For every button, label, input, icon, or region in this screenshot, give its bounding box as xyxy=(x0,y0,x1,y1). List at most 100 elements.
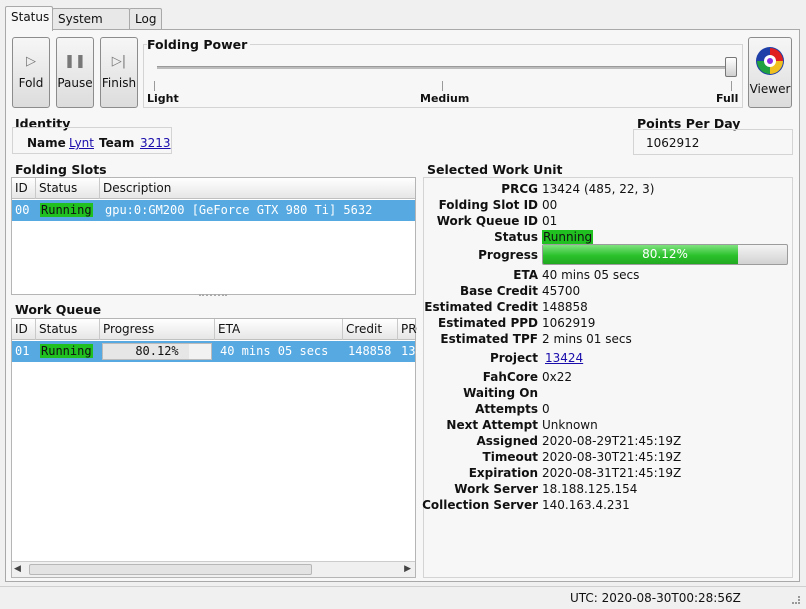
selected-work-unit-group xyxy=(423,177,793,578)
team-link[interactable]: 3213 xyxy=(140,136,171,150)
work-unit-field-label: Waiting On xyxy=(463,386,538,400)
finish-button[interactable]: ▷| Finish xyxy=(100,37,138,108)
work-unit-status-badge: Running xyxy=(542,230,594,244)
slot-status-cell: Running xyxy=(38,200,100,221)
column-header-id[interactable]: ID xyxy=(12,319,36,340)
work-unit-field-label: Estimated PPD xyxy=(438,316,538,330)
column-header-prcg[interactable]: PRCG xyxy=(398,319,417,340)
column-header-status[interactable]: Status xyxy=(36,178,100,199)
work-unit-field-label: PRCG xyxy=(501,182,538,196)
protein-viewer-icon xyxy=(755,46,785,76)
scrollbar-thumb[interactable] xyxy=(29,564,312,575)
work-queue-table: ID Status Progress ETA Credit PRCG 01 Ru… xyxy=(11,318,417,578)
pause-button[interactable]: ❚❚ Pause xyxy=(56,37,94,108)
work-unit-field-value: 0x22 xyxy=(542,370,573,384)
queue-eta: 40 mins 05 secs xyxy=(220,344,329,358)
ppd-value: 1062912 xyxy=(646,136,700,150)
folding-power-title: Folding Power xyxy=(147,37,251,52)
column-header-id[interactable]: ID xyxy=(12,178,36,199)
work-unit-field-label: Expiration xyxy=(468,466,538,480)
slider-tick xyxy=(731,81,732,91)
work-unit-field-value: 2020-08-30T21:45:19Z xyxy=(542,450,682,464)
work-unit-field-value: 13424 (485, 22, 3) xyxy=(542,182,655,196)
selected-work-unit-title: Selected Work Unit xyxy=(427,162,563,177)
viewer-button-label: Viewer xyxy=(749,82,791,96)
slider-label-full: Full xyxy=(716,92,739,105)
play-icon: ▷ xyxy=(26,54,36,69)
work-unit-field-label: Timeout xyxy=(482,450,538,464)
queue-header: ID Status Progress ETA Credit PRCG xyxy=(12,319,417,340)
work-unit-field-label: ETA xyxy=(513,268,538,282)
column-header-description[interactable]: Description xyxy=(100,178,417,199)
work-unit-field-label: Next Attempt xyxy=(446,418,538,432)
work-unit-field-label: Attempts xyxy=(475,402,538,416)
finish-icon: ▷| xyxy=(111,54,127,69)
table-row[interactable]: 01 Running 80.12% 40 mins 05 secs 148858… xyxy=(12,341,417,362)
slider-tick xyxy=(154,81,155,91)
folding-power-track xyxy=(157,66,732,69)
resize-grip-icon[interactable] xyxy=(792,596,800,604)
slider-label-light: Light xyxy=(147,92,179,105)
column-header-progress[interactable]: Progress xyxy=(100,319,215,340)
work-unit-field-label: Status xyxy=(494,230,538,244)
work-unit-field-label: Project xyxy=(489,351,538,365)
folding-slots-title: Folding Slots xyxy=(15,162,107,177)
queue-progress-text: 80.12% xyxy=(135,344,179,358)
pause-button-label: Pause xyxy=(57,76,93,90)
column-header-status[interactable]: Status xyxy=(36,319,100,340)
work-queue-title: Work Queue xyxy=(15,302,102,317)
work-unit-field-label: Assigned xyxy=(476,434,538,448)
queue-id: 01 xyxy=(15,344,30,358)
tab-system-info[interactable]: System Info xyxy=(52,8,130,46)
work-unit-field-label: Estimated TPF xyxy=(440,332,538,346)
work-unit-field-label: Work Server xyxy=(454,482,538,496)
work-unit-field-label: Collection Server xyxy=(422,498,538,512)
name-label: Name xyxy=(27,136,66,150)
column-header-credit[interactable]: Credit xyxy=(343,319,398,340)
work-unit-field-value: 140.163.4.231 xyxy=(542,498,630,512)
work-unit-field-value: 1062919 xyxy=(542,316,596,330)
scroll-left-icon[interactable]: ◀ xyxy=(14,564,21,574)
work-unit-field-label: Estimated Credit xyxy=(424,300,538,314)
work-unit-field-value: 2 mins 01 secs xyxy=(542,332,632,346)
pause-icon: ❚❚ xyxy=(64,54,86,69)
work-unit-field-value: 0 xyxy=(542,402,550,416)
slider-tick xyxy=(442,81,443,91)
work-unit-progress-bar: 80.12% xyxy=(542,244,788,265)
scroll-right-icon[interactable]: ▶ xyxy=(404,564,411,574)
queue-status: Running xyxy=(40,344,93,358)
work-unit-field-value: 148858 xyxy=(542,300,588,314)
work-unit-field-label: Progress xyxy=(478,248,538,262)
viewer-button[interactable]: Viewer xyxy=(748,37,792,108)
work-unit-field-value: 45700 xyxy=(542,284,581,298)
folding-power-slider[interactable] xyxy=(725,57,737,77)
work-unit-field-value[interactable]: 13424 xyxy=(545,351,583,365)
slot-status: Running xyxy=(40,203,93,217)
slots-header: ID Status Description xyxy=(12,178,415,199)
work-unit-field-label: Base Credit xyxy=(459,284,538,298)
horizontal-scrollbar[interactable]: ◀ ▶ xyxy=(12,561,415,577)
team-label: Team xyxy=(99,136,135,150)
splitter-handle[interactable] xyxy=(199,294,227,297)
work-unit-field-label: FahCore xyxy=(482,370,538,384)
fold-button[interactable]: ▷ Fold xyxy=(12,37,50,108)
slider-label-medium: Medium xyxy=(420,92,470,105)
user-name-link[interactable]: Lynt xyxy=(69,136,94,150)
column-header-eta[interactable]: ETA xyxy=(215,319,343,340)
work-unit-field-value: 2020-08-31T21:45:19Z xyxy=(542,466,682,480)
work-unit-field-value: 01 xyxy=(542,214,558,228)
folding-slots-table: ID Status Description 00 Running gpu:0:G… xyxy=(11,177,416,295)
tab-status[interactable]: Status xyxy=(5,6,53,31)
queue-credit: 148858 xyxy=(348,344,392,358)
work-unit-field-value: Unknown xyxy=(542,418,598,432)
work-unit-field-value: 40 mins 05 secs xyxy=(542,268,640,282)
queue-status-cell: Running xyxy=(38,341,100,362)
work-unit-field-value: 2020-08-29T21:45:19Z xyxy=(542,434,682,448)
queue-prcg: 134 xyxy=(401,344,417,358)
work-unit-field-value: 00 xyxy=(542,198,558,212)
queue-progress-bar: 80.12% xyxy=(102,343,212,360)
slot-id: 00 xyxy=(15,203,30,217)
status-bar-divider xyxy=(0,586,806,587)
table-row[interactable]: 00 Running gpu:0:GM200 [GeForce GTX 980 … xyxy=(12,200,415,221)
tab-log[interactable]: Log xyxy=(129,8,162,30)
